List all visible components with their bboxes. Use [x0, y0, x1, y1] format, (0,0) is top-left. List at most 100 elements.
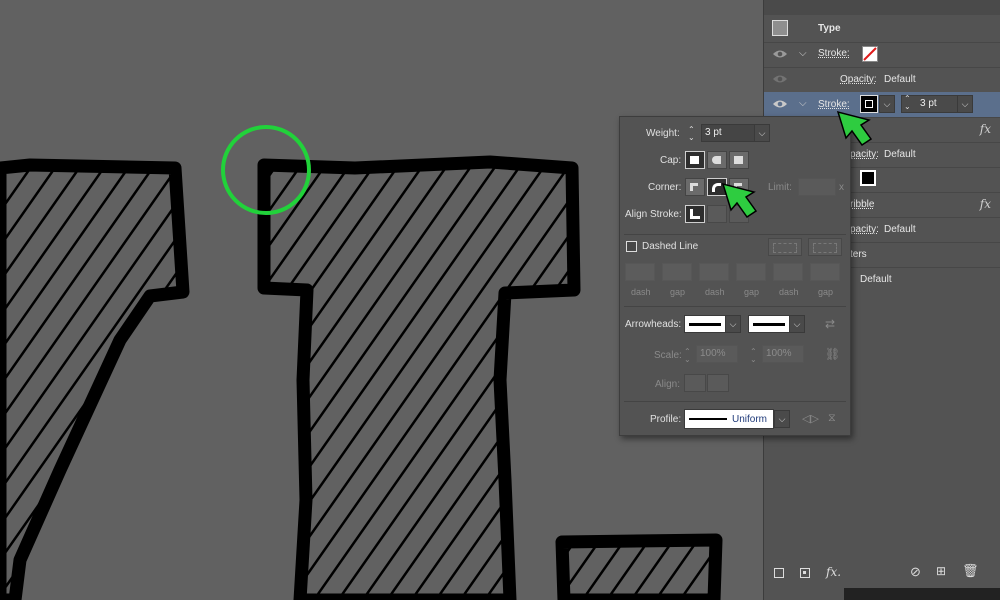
- profile-label: Profile:: [650, 414, 682, 425]
- opacity-label[interactable]: pacity:: [850, 149, 879, 160]
- weight-stepper-icon[interactable]: ⌃ ⌄: [688, 126, 695, 142]
- none-slash-icon: [863, 47, 877, 61]
- profile-dropdown[interactable]: ⌵: [774, 410, 790, 428]
- type-thumbnail-icon: [772, 20, 788, 36]
- stroke-options-popup: Weight: ⌃ ⌄ 3 pt ⌵ Cap: Corner: Limit: x …: [619, 116, 851, 436]
- panel-top-strip: [764, 0, 1000, 15]
- letter-t-shape[interactable]: [257, 155, 581, 600]
- weight-input[interactable]: 3 pt: [701, 124, 755, 142]
- stroke-label[interactable]: Stroke:: [818, 48, 850, 59]
- scale-stepper-icon[interactable]: ⌃ ⌄: [684, 348, 691, 364]
- opacity-value: Default: [860, 274, 892, 285]
- divider: [624, 234, 846, 235]
- gap-field-3[interactable]: [810, 263, 840, 281]
- opacity-label[interactable]: Opacity:: [840, 74, 877, 85]
- eye-icon[interactable]: [772, 48, 788, 60]
- swap-arrowheads-icon[interactable]: ⇄: [825, 317, 835, 331]
- arrow-tip-beyond-icon[interactable]: [684, 374, 706, 392]
- start-arrowhead-dropdown[interactable]: ⌵: [725, 315, 741, 333]
- stroke-row-selected[interactable]: ⌵ Stroke: ⌵ 3 pt ⌃ ⌄ ⌵: [764, 92, 1000, 118]
- projecting-cap-icon[interactable]: [729, 151, 749, 169]
- panel-footer: fx. ⊘ ⊞ 🗑: [764, 560, 1000, 586]
- start-scale-value: 100%: [700, 348, 726, 359]
- center-align-icon[interactable]: [685, 205, 705, 223]
- stroke-row-1[interactable]: ⌵ Stroke:: [764, 42, 1000, 68]
- opacity-value: Default: [884, 149, 916, 160]
- end-arrowhead-select[interactable]: [748, 315, 790, 333]
- flip-across-icon[interactable]: ⧖: [828, 412, 836, 425]
- dashed-line-checkbox[interactable]: [626, 241, 637, 252]
- stroke-none-swatch[interactable]: [862, 46, 878, 62]
- align-stroke-label: Align Stroke:: [625, 209, 682, 220]
- weight-dropdown[interactable]: ⌵: [754, 124, 770, 142]
- duplicate-icon[interactable]: ⊞: [936, 564, 946, 578]
- canvas-peek: [844, 588, 1000, 600]
- miter-join-icon[interactable]: [685, 178, 705, 196]
- weight-label: Weight:: [646, 128, 680, 139]
- profile-select[interactable]: Uniform: [684, 409, 774, 429]
- weight-value: 3 pt: [705, 127, 722, 138]
- limit-label: Limit:: [768, 182, 792, 193]
- stepper-icon[interactable]: ⌃ ⌄: [904, 95, 911, 111]
- gap-caption: gap: [670, 287, 686, 297]
- round-cap-icon[interactable]: [707, 151, 727, 169]
- end-scale-input[interactable]: 100%: [762, 345, 804, 363]
- align-arrows-label: Align:: [655, 379, 681, 390]
- swatch-dropdown[interactable]: ⌵: [879, 95, 895, 113]
- clear-icon[interactable]: ⊘: [910, 564, 921, 580]
- opacity-row-1[interactable]: Opacity: Default: [764, 67, 1000, 93]
- type-row[interactable]: Type: [764, 17, 1000, 43]
- inside-align-icon[interactable]: [707, 205, 727, 223]
- dash-caption: dash: [779, 287, 799, 297]
- chevron-down-icon[interactable]: ⌵: [799, 49, 809, 59]
- opacity-label[interactable]: pacity:: [850, 224, 879, 235]
- stroke-color-swatch[interactable]: [860, 95, 878, 113]
- gap-field-2[interactable]: [736, 263, 766, 281]
- eye-icon[interactable]: [772, 98, 788, 110]
- divider: [624, 306, 846, 307]
- delete-icon[interactable]: 🗑: [962, 563, 979, 579]
- weight-dropdown[interactable]: ⌵: [957, 95, 973, 113]
- letter-left-shape[interactable]: [0, 158, 190, 600]
- opacity-value: Default: [884, 224, 916, 235]
- end-arrowhead-dropdown[interactable]: ⌵: [789, 315, 805, 333]
- gap-caption: gap: [818, 287, 834, 297]
- start-scale-input[interactable]: 100%: [696, 345, 738, 363]
- link-scale-icon[interactable]: ⛓: [825, 347, 840, 361]
- outside-align-icon[interactable]: [729, 205, 749, 223]
- scale-stepper-icon[interactable]: ⌃ ⌄: [750, 348, 757, 364]
- fx-menu-icon[interactable]: fx.: [826, 565, 841, 579]
- arrow-tip-at-end-icon[interactable]: [707, 374, 729, 392]
- dash-field-2[interactable]: [699, 263, 729, 281]
- scribble-label[interactable]: ribble: [850, 199, 874, 210]
- eye-icon[interactable]: [772, 73, 788, 85]
- swatch-inner-icon: [865, 100, 873, 108]
- profile-value: Uniform: [732, 414, 768, 425]
- corner-label: Corner:: [648, 182, 682, 193]
- fill-color-swatch[interactable]: [860, 170, 876, 186]
- round-join-icon[interactable]: [707, 178, 727, 196]
- cap-label: Cap:: [660, 155, 682, 166]
- butt-cap-icon[interactable]: [685, 151, 705, 169]
- stroke-label[interactable]: Stroke:: [818, 99, 850, 110]
- flip-along-icon[interactable]: ◁▷: [802, 412, 819, 425]
- arrowheads-label: Arrowheads:: [625, 319, 682, 330]
- row-label-fragment: en: [850, 124, 862, 135]
- dash-field-1[interactable]: [625, 263, 655, 281]
- gap-field-1[interactable]: [662, 263, 692, 281]
- bevel-join-icon[interactable]: [729, 178, 749, 196]
- letter-bottom-shape[interactable]: [555, 533, 723, 600]
- new-fill-icon[interactable]: [800, 568, 810, 578]
- new-stroke-icon[interactable]: [774, 568, 784, 578]
- fx-icon[interactable]: fx: [980, 197, 991, 211]
- profile-line-icon: [689, 418, 727, 420]
- preserve-dash-icon[interactable]: [768, 238, 802, 256]
- type-label: Type: [818, 23, 841, 34]
- fx-icon[interactable]: fx: [980, 122, 991, 136]
- start-arrowhead-select[interactable]: [684, 315, 726, 333]
- limit-input[interactable]: [798, 178, 836, 196]
- chevron-down-icon[interactable]: ⌵: [799, 99, 809, 109]
- dashed-line-label: Dashed Line: [642, 241, 699, 252]
- dash-field-3[interactable]: [773, 263, 803, 281]
- align-dash-icon[interactable]: [808, 238, 842, 256]
